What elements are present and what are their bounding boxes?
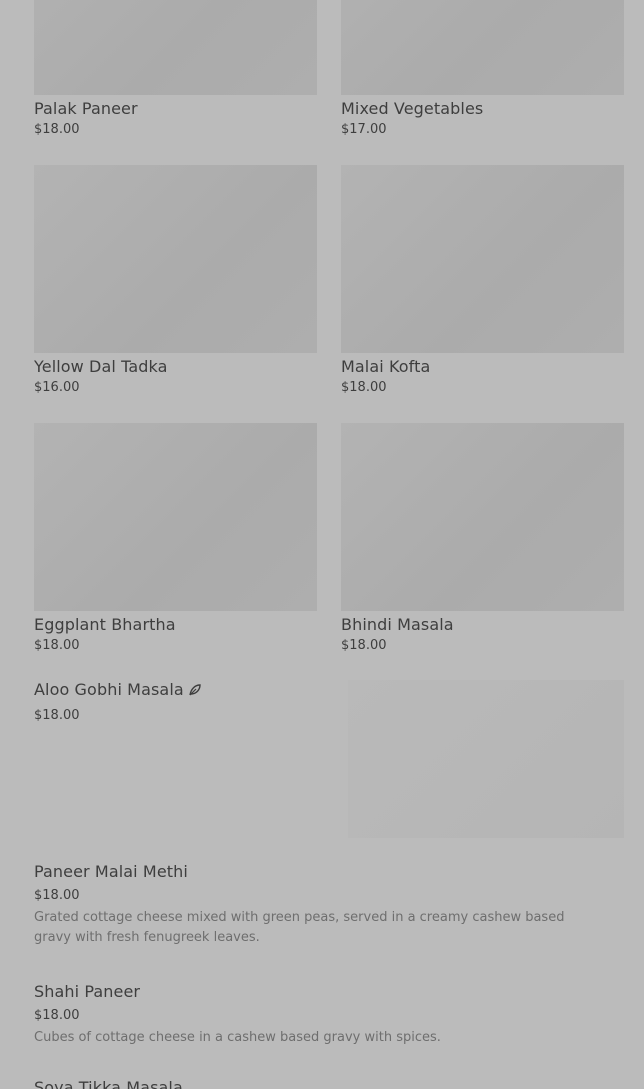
menu-item-image[interactable] <box>34 0 317 95</box>
menu-item-name: Mixed Vegetables <box>341 99 484 118</box>
menu-item-name: Shahi Paneer <box>34 982 141 1001</box>
menu-item-description: Grated cottage cheese mixed with green p… <box>34 910 565 945</box>
menu-item-card[interactable]: Bhindi Masala $18.00 <box>341 423 624 654</box>
menu-item-name: Bhindi Masala <box>341 615 454 634</box>
menu-item-image[interactable] <box>341 165 624 353</box>
menu-item-card[interactable]: Palak Paneer $18.00 <box>34 0 317 138</box>
menu-item-price: $18.00 <box>34 888 80 903</box>
menu-item-price: $18.00 <box>34 638 80 653</box>
menu-list-item[interactable]: Shahi Paneer $18.00 Cubes of cottage che… <box>34 982 604 1048</box>
menu-item-price: $18.00 <box>341 380 387 395</box>
menu-item-description: Cubes of cottage cheese in a cashew base… <box>34 1030 441 1045</box>
menu-item-card[interactable]: Eggplant Bhartha $18.00 <box>34 423 317 654</box>
menu-item-price: $18.00 <box>34 122 80 137</box>
menu-item-name: Aloo Gobhi Masala <box>34 680 184 699</box>
menu-item-price: $18.00 <box>341 638 387 653</box>
menu-item-price: $17.00 <box>341 122 387 137</box>
menu-item-image[interactable] <box>34 165 317 353</box>
menu-item-card[interactable]: Yellow Dal Tadka $16.00 <box>34 165 317 396</box>
menu-item-card[interactable]: Mixed Vegetables $17.00 <box>341 0 624 138</box>
menu-item-price: $18.00 <box>34 1008 80 1023</box>
menu-item-image[interactable] <box>34 423 317 611</box>
menu-page: Palak Paneer $18.00 Mixed Vegetables $17… <box>0 0 644 1089</box>
menu-list-item[interactable]: Soya Tikka Masala <box>34 1078 604 1089</box>
menu-item-name: Soya Tikka Masala <box>34 1078 183 1089</box>
menu-item-price: $16.00 <box>34 380 80 395</box>
menu-item-name: Eggplant Bhartha <box>34 615 176 634</box>
menu-item-name: Malai Kofta <box>341 357 431 376</box>
menu-item-card[interactable]: Malai Kofta $18.00 <box>341 165 624 396</box>
menu-item-name: Paneer Malai Methi <box>34 862 188 881</box>
menu-item-featured[interactable]: Aloo Gobhi Masala $18.00 <box>34 680 334 724</box>
menu-item-name-row: Aloo Gobhi Masala <box>34 680 334 702</box>
menu-item-price: $18.00 <box>34 708 80 723</box>
menu-item-name: Yellow Dal Tadka <box>34 357 168 376</box>
menu-list-item[interactable]: Paneer Malai Methi $18.00 Grated cottage… <box>34 862 604 948</box>
menu-item-name: Palak Paneer <box>34 99 138 118</box>
menu-item-image[interactable] <box>341 0 624 95</box>
menu-item-image[interactable] <box>348 680 624 838</box>
leaf-icon <box>188 682 202 702</box>
menu-item-image[interactable] <box>341 423 624 611</box>
